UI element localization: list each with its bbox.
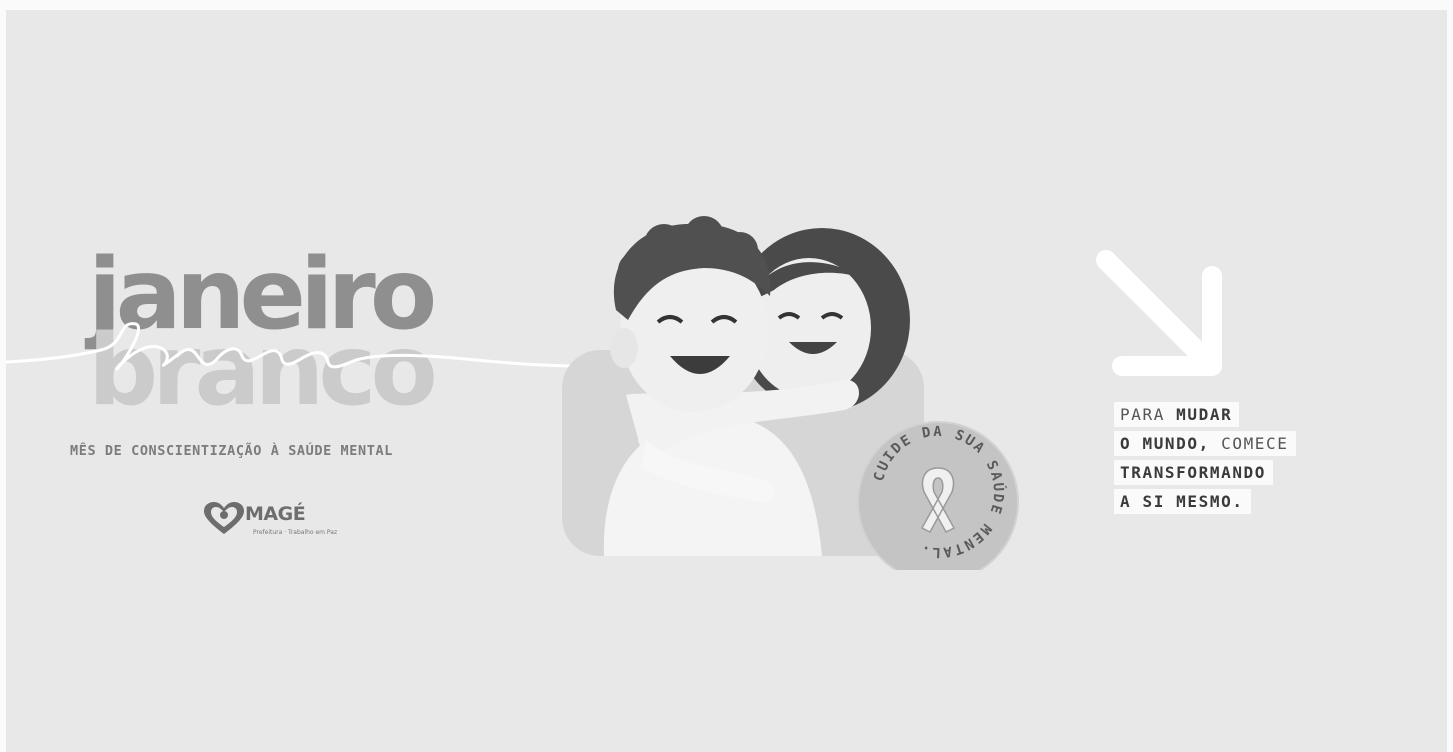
seal-text: CUIDE DA SUA SAÚDE MENTAL.: [871, 424, 1006, 560]
svg-text:CUIDE DA SUA SAÚDE MENTAL.: CUIDE DA SUA SAÚDE MENTAL.: [871, 424, 1008, 560]
subtitle: MÊS DE CONSCIENTIZAÇÃO À SAÚDE MENTAL: [70, 443, 393, 459]
logo-tagline: Prefeitura · Trabalho em Paz: [253, 529, 338, 536]
quote-line-3: TRANSFORMANDO: [1114, 460, 1274, 485]
arrow-down-right-icon: [1096, 250, 1222, 376]
script-branco-flourish: [6, 322, 586, 372]
seal-circular-text: CUIDE DA SUA SAÚDE MENTAL.: [871, 424, 1008, 560]
heart-logo-icon: [204, 502, 244, 534]
quote-line-2: O MUNDO, COMECE: [1114, 431, 1296, 456]
janeiro-branco-banner: janeiro branco MÊS DE CONSCIENTIZAÇÃO À …: [6, 10, 1447, 752]
quote-line-4: A SI MESMO.: [1114, 489, 1251, 514]
quote-line-1: PARA MUDAR: [1114, 402, 1240, 427]
logo-name: MAGÉ: [245, 503, 306, 525]
quote-block: PARA MUDAR O MUNDO, COMECE TRANSFORMANDO…: [1114, 402, 1296, 518]
